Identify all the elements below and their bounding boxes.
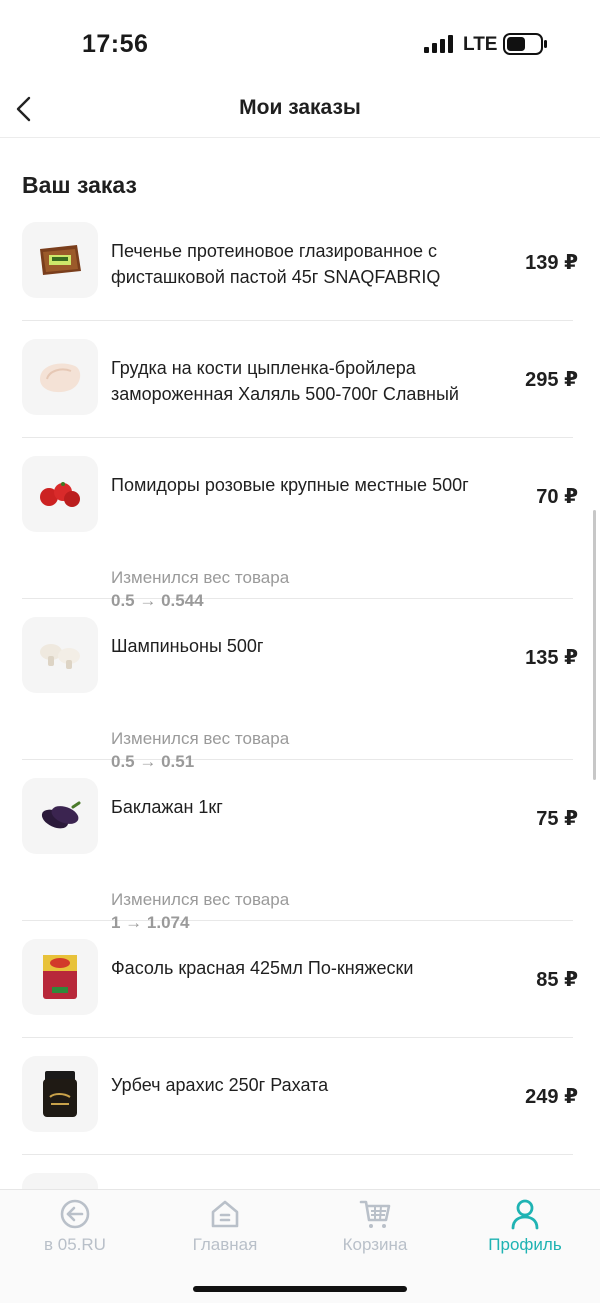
item-name: Шампиньоны 500г: [111, 636, 264, 656]
section-title: Ваш заказ: [22, 172, 137, 198]
network-type: LTE: [463, 34, 498, 55]
order-item[interactable]: Помидоры розовые крупные местные 500г 70…: [22, 438, 578, 610]
item-name: Урбеч арахис 250г Рахата: [111, 1075, 329, 1095]
order-item[interactable]: Печенье протеиновое глазированное с фист…: [22, 204, 578, 321]
tab-label: Главная: [192, 1235, 258, 1254]
weight-changed-label: Изменился вес товара: [111, 729, 290, 748]
mushrooms-image: [22, 617, 98, 693]
weight-changed-label: Изменился вес товара: [111, 568, 290, 587]
item-price: 85 ₽: [536, 969, 578, 991]
signal-icon: [424, 35, 453, 53]
battery-icon: [503, 33, 547, 55]
item-price: 295 ₽: [525, 369, 578, 391]
item-price: 70 ₽: [536, 486, 578, 508]
tab-bar: в 05.RU Главная Корзина Профиль: [0, 1189, 600, 1303]
item-price: 75 ₽: [536, 808, 578, 830]
back-circle-icon: [60, 1199, 90, 1229]
eggplant-image: [22, 778, 98, 854]
protein-cookie-image: [22, 222, 98, 298]
urbech-jar-image: [22, 1056, 98, 1132]
tab-profile[interactable]: Профиль: [450, 1198, 600, 1258]
order-item[interactable]: [22, 1155, 573, 1189]
nav-header: Мои заказы: [0, 80, 600, 138]
red-beans-can-image: [22, 939, 98, 1015]
product-image: [22, 1173, 98, 1189]
page-title: Мои заказы: [239, 96, 361, 119]
tomatoes-image: [22, 456, 98, 532]
item-name: Баклажан 1кг: [111, 797, 223, 817]
order-item[interactable]: Баклажан 1кг 75 ₽ Изменился вес товара 1…: [22, 760, 578, 932]
status-time: 17:56: [82, 30, 149, 58]
scrollbar[interactable]: [593, 510, 596, 780]
chicken-breast-image: [22, 339, 98, 415]
tab-back-to-site[interactable]: в 05.RU: [0, 1198, 150, 1258]
item-price: 135 ₽: [525, 647, 578, 669]
item-name: Помидоры розовые крупные местные 500г: [111, 475, 469, 495]
order-item[interactable]: Урбеч арахис 250г Рахата 249 ₽: [22, 1038, 578, 1155]
order-item[interactable]: Шампиньоны 500г 135 ₽ Изменился вес това…: [22, 599, 578, 771]
item-name: Грудка на кости цыпленка-бройлера заморо…: [111, 358, 459, 404]
tab-cart[interactable]: Корзина: [300, 1198, 450, 1258]
status-bar: 17:56 LTE: [0, 0, 600, 80]
item-name: Фасоль красная 425мл По-княжески: [111, 958, 414, 978]
home-icon: [211, 1200, 239, 1228]
item-name: Печенье протеиновое глазированное с фист…: [111, 241, 441, 287]
home-indicator[interactable]: [193, 1286, 407, 1292]
order-item[interactable]: Фасоль красная 425мл По-княжески 85 ₽: [22, 921, 578, 1038]
profile-icon: [511, 1199, 539, 1230]
cart-icon: [359, 1200, 391, 1228]
item-price: 139 ₽: [525, 252, 578, 274]
order-list[interactable]: Печенье протеиновое глазированное с фист…: [0, 204, 600, 1189]
tab-label: Профиль: [488, 1235, 562, 1254]
tab-label: в 05.RU: [44, 1235, 106, 1254]
weight-changed-label: Изменился вес товара: [111, 890, 290, 909]
order-item[interactable]: Грудка на кости цыпленка-бройлера заморо…: [22, 321, 578, 438]
tab-label: Корзина: [342, 1235, 408, 1254]
item-price: 249 ₽: [525, 1086, 578, 1108]
tab-home[interactable]: Главная: [150, 1198, 300, 1258]
